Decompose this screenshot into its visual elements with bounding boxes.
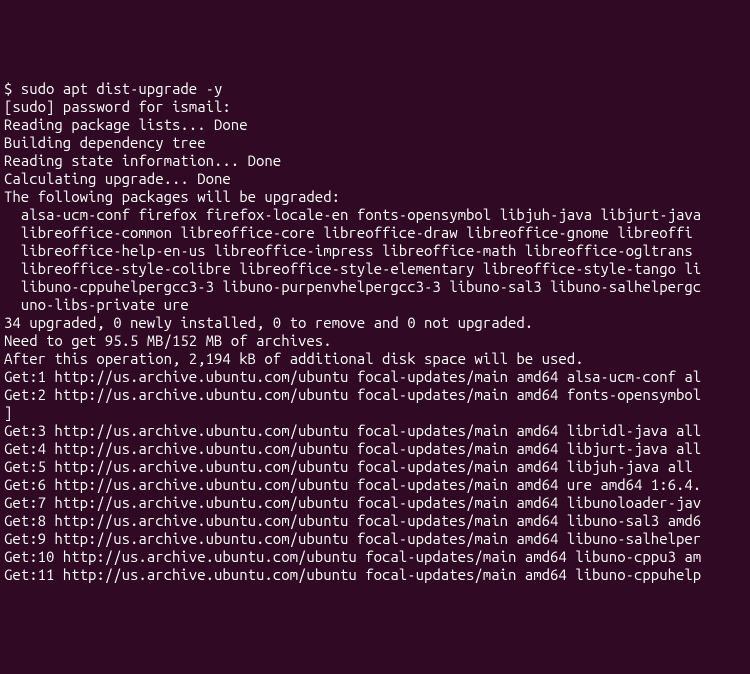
- terminal-line: uno-libs-private ure: [4, 296, 746, 314]
- terminal-line: Get:10 http://us.archive.ubuntu.com/ubun…: [4, 548, 746, 566]
- terminal-line: Get:4 http://us.archive.ubuntu.com/ubunt…: [4, 440, 746, 458]
- terminal-line: 34 upgraded, 0 newly installed, 0 to rem…: [4, 314, 746, 332]
- terminal-line: Get:7 http://us.archive.ubuntu.com/ubunt…: [4, 494, 746, 512]
- terminal-line: Get:9 http://us.archive.ubuntu.com/ubunt…: [4, 530, 746, 548]
- terminal-line: Get:11 http://us.archive.ubuntu.com/ubun…: [4, 566, 746, 584]
- terminal-line: Get:2 http://us.archive.ubuntu.com/ubunt…: [4, 386, 746, 404]
- terminal-line: ]: [4, 404, 746, 422]
- terminal-output[interactable]: $ sudo apt dist-upgrade -y[sudo] passwor…: [4, 80, 746, 584]
- terminal-line: After this operation, 2,194 kB of additi…: [4, 350, 746, 368]
- terminal-line: Get:3 http://us.archive.ubuntu.com/ubunt…: [4, 422, 746, 440]
- terminal-line: alsa-ucm-conf firefox firefox-locale-en …: [4, 206, 746, 224]
- terminal-line: Need to get 95.5 MB/152 MB of archives.: [4, 332, 746, 350]
- terminal-line: $ sudo apt dist-upgrade -y: [4, 80, 746, 98]
- terminal-line: libreoffice-help-en-us libreoffice-impre…: [4, 242, 746, 260]
- terminal-line: The following packages will be upgraded:: [4, 188, 746, 206]
- terminal-line: libreoffice-style-colibre libreoffice-st…: [4, 260, 746, 278]
- terminal-line: Reading state information... Done: [4, 152, 746, 170]
- terminal-line: Calculating upgrade... Done: [4, 170, 746, 188]
- terminal-line: Get:8 http://us.archive.ubuntu.com/ubunt…: [4, 512, 746, 530]
- terminal-line: Reading package lists... Done: [4, 116, 746, 134]
- terminal-line: Building dependency tree: [4, 134, 746, 152]
- terminal-line: Get:1 http://us.archive.ubuntu.com/ubunt…: [4, 368, 746, 386]
- terminal-line: Get:6 http://us.archive.ubuntu.com/ubunt…: [4, 476, 746, 494]
- terminal-line: [sudo] password for ismail:: [4, 98, 746, 116]
- terminal-line: libreoffice-common libreoffice-core libr…: [4, 224, 746, 242]
- terminal-line: libuno-cppuhelpergcc3-3 libuno-purpenvhe…: [4, 278, 746, 296]
- terminal-line: Get:5 http://us.archive.ubuntu.com/ubunt…: [4, 458, 746, 476]
